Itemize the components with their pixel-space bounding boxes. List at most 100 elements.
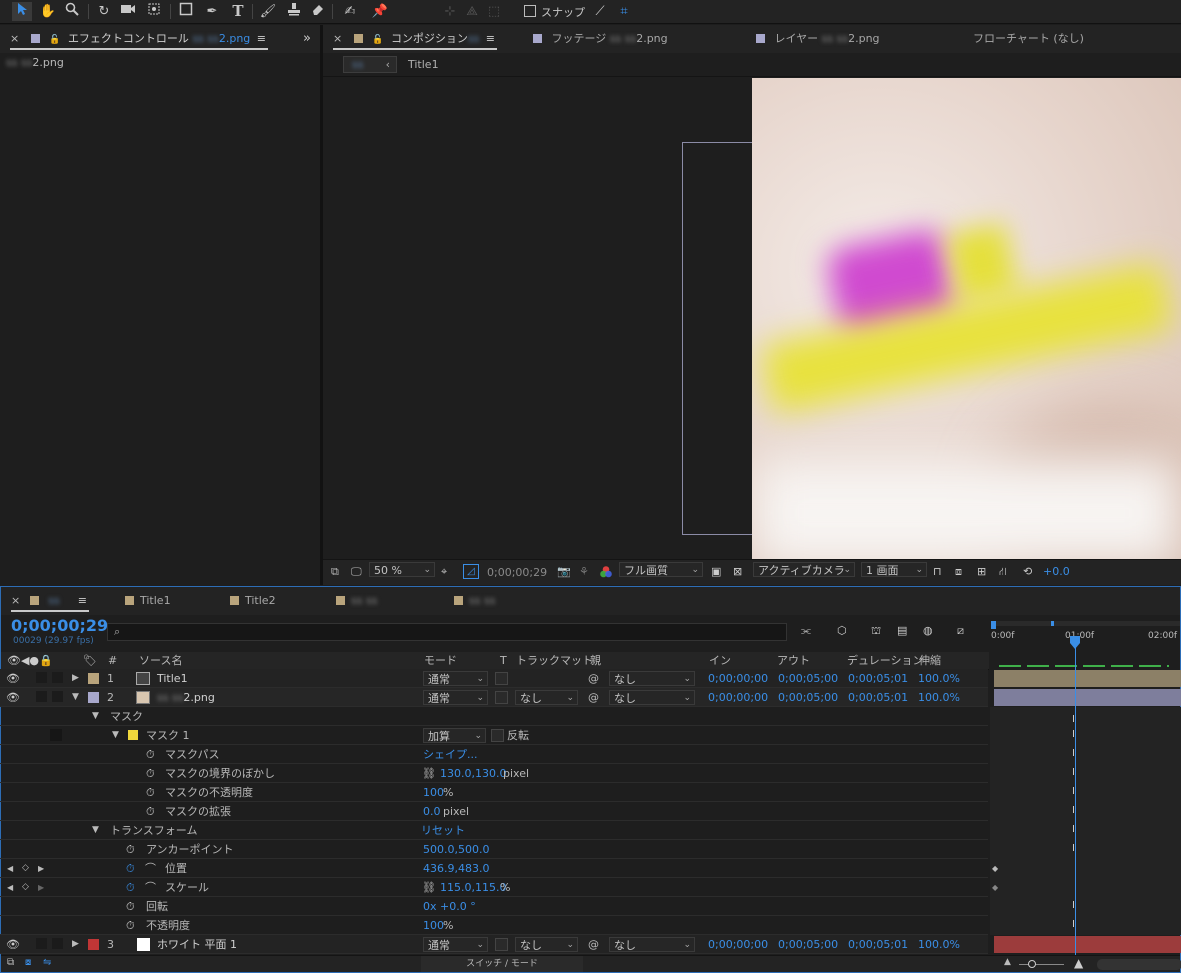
layer-3-duration-bar[interactable]	[994, 936, 1181, 953]
scale-row[interactable]: ◀ ◇ ▶ ⏱ ⌒ スケール ⛓ 115.0,115.0 %	[0, 878, 988, 897]
lock-switch[interactable]	[52, 938, 63, 949]
tab-footage[interactable]: フッテージ ss ss2.png	[533, 25, 668, 53]
pan-behind-tool-icon[interactable]	[144, 2, 164, 21]
mask-lock-switch[interactable]	[50, 729, 62, 741]
tab-title2[interactable]: Title2	[230, 587, 276, 615]
eraser-tool-icon[interactable]	[308, 2, 328, 21]
out-point[interactable]: 0;00;05;00	[778, 688, 838, 707]
layer-row-3[interactable]: 👁 ▶ 3 ホワイト 平面 1 通常 ⌄ なし ⌄ @ なし ⌄ 0;00;00;00…	[0, 935, 988, 954]
roto-brush-tool-icon[interactable]: ✍	[340, 2, 360, 21]
resolution-dropdown[interactable]: フル画質 ⌄	[619, 562, 703, 577]
current-time-display[interactable]: 0;00;00;29	[11, 616, 108, 635]
close-icon[interactable]: ×	[11, 594, 20, 607]
opacity-row[interactable]: ⏱ 不透明度 100 %	[0, 916, 988, 935]
duration[interactable]: 0;00;05;01	[848, 688, 908, 707]
layer-row-2[interactable]: 👁 ▼ 2 ss ss2.png 通常 ⌄ なし ⌄ @ なし ⌄ 0;00;00;0…	[0, 688, 988, 707]
snap-option-icon[interactable]: ⟋	[590, 2, 610, 21]
mask-expansion-row[interactable]: ⏱ マスクの拡張 0.0 pixel	[0, 802, 988, 821]
always-preview-icon[interactable]: ⧉	[331, 565, 339, 579]
view-axis-icon[interactable]: ⬚	[484, 2, 504, 21]
transfer-controls-icon[interactable]: ⧇	[25, 957, 31, 968]
tab-layer[interactable]: レイヤー ss ss2.png	[756, 25, 880, 53]
layer-switches-icon[interactable]: ⧉	[7, 957, 14, 968]
stopwatch-icon[interactable]: ⏱	[146, 783, 155, 802]
stopwatch-icon[interactable]: ⏱	[126, 840, 135, 859]
mask-expansion-value[interactable]: 0.0	[423, 802, 441, 821]
motion-blur-icon[interactable]: ◍	[923, 624, 933, 637]
eye-icon[interactable]: 👁	[6, 669, 20, 688]
constrain-proportions-icon[interactable]: ⛓	[422, 764, 436, 783]
snapshot-camera-icon[interactable]: 📷	[557, 565, 571, 578]
mask-group-row[interactable]: ▼ マスク	[0, 707, 988, 726]
parent-dropdown[interactable]: なし ⌄	[609, 671, 695, 686]
parent-dropdown[interactable]: なし ⌄	[609, 690, 695, 705]
close-icon[interactable]: ×	[10, 32, 19, 45]
stopwatch-icon[interactable]: ⏱	[146, 764, 155, 783]
work-area-bar[interactable]	[991, 621, 1180, 626]
next-keyframe-icon[interactable]: ▶	[38, 878, 44, 897]
blend-mode-dropdown[interactable]: 通常 ⌄	[423, 690, 488, 705]
expand-arrow-icon[interactable]: ▶	[72, 669, 79, 688]
selection-tool-icon[interactable]	[12, 2, 32, 21]
mask-path-value[interactable]: シェイプ...	[423, 745, 478, 764]
stretch[interactable]: 100.0%	[918, 688, 960, 707]
zoom-in-mountain-icon[interactable]: ▲	[1074, 956, 1083, 970]
blend-mode-dropdown[interactable]: 通常 ⌄	[423, 671, 488, 686]
solo-switch[interactable]	[36, 672, 47, 683]
transform-reset-link[interactable]: リセット	[421, 821, 465, 840]
layer-label-color[interactable]	[88, 939, 99, 950]
viewer-timecode[interactable]: 0;00;00;29	[487, 564, 557, 581]
exposure-value[interactable]: +0.0	[1043, 565, 1070, 578]
scale-keyframe-marker[interactable]: ◆	[992, 883, 998, 892]
collapse-arrow-icon[interactable]: ▼	[112, 726, 119, 745]
track-matte-dropdown[interactable]: なし ⌄	[515, 690, 578, 705]
color-channel-icon[interactable]	[599, 565, 613, 579]
layer-label-color[interactable]	[88, 692, 99, 703]
tab-composition[interactable]: × 🔓 コンポジションss ≡	[333, 25, 497, 53]
mask1-label[interactable]: マスク 1	[146, 726, 190, 745]
stretch[interactable]: 100.0%	[918, 669, 960, 688]
solo-switch[interactable]	[36, 691, 47, 702]
rotation-row[interactable]: ⏱ 回転 0x +0.0 °	[0, 897, 988, 916]
pen-tool-icon[interactable]: ✒	[202, 2, 222, 21]
breadcrumb-current-comp[interactable]: ss ‹	[343, 56, 397, 73]
mask-feather-row[interactable]: ⏱ マスクの境界のぼかし ⛓ 130.0,130.0 pixel	[0, 764, 988, 783]
prev-keyframe-icon[interactable]: ◀	[7, 878, 13, 897]
toggle-switches-modes-button[interactable]: スイッチ / モード	[421, 956, 583, 972]
pick-whip-icon[interactable]: @	[588, 669, 599, 688]
graph-editor-icon[interactable]: ⧄	[957, 624, 964, 638]
stopwatch-icon[interactable]: ⏱	[146, 745, 155, 764]
layer-name[interactable]: ホワイト 平面 1	[157, 935, 237, 954]
tab-effect-controls[interactable]: × 🔓 エフェクトコントロール ss ss2.png ≡	[10, 25, 268, 53]
comp-flowchart-icon[interactable]: ⫘	[801, 624, 811, 638]
in-point[interactable]: 0;00;00;00	[708, 669, 768, 688]
collapse-arrow-icon[interactable]: ▼	[92, 821, 99, 840]
graph-icon[interactable]: ⌒	[145, 878, 156, 897]
tab-comp-blurred-2[interactable]: ss ss	[454, 587, 495, 615]
stopwatch-active-icon[interactable]: ⏱	[126, 878, 135, 897]
camera-tool-icon[interactable]	[118, 2, 138, 21]
mask-feather-value[interactable]: 130.0,130.0	[440, 764, 506, 783]
flowchart-icon[interactable]: ⛙	[999, 565, 1007, 580]
stopwatch-icon[interactable]: ⏱	[146, 802, 155, 821]
mask-opacity-row[interactable]: ⏱ マスクの不透明度 100 %	[0, 783, 988, 802]
tab-flowchart[interactable]: フローチャート (なし)	[973, 25, 1084, 53]
pixel-aspect-icon[interactable]: ⊓	[933, 565, 942, 578]
layer-name[interactable]: ss ss2.png	[157, 688, 215, 707]
timeline-horizontal-scrollbar[interactable]	[1097, 959, 1181, 970]
rotate-tool-icon[interactable]: ↻	[94, 2, 114, 21]
expand-arrow-icon[interactable]: ▶	[72, 935, 79, 954]
transparency-grid-icon[interactable]: ◿	[463, 564, 479, 579]
zoom-slider-track[interactable]	[1019, 964, 1064, 965]
composition-canvas[interactable]	[323, 78, 1181, 559]
shy-layers-icon[interactable]: ⛫	[871, 624, 881, 639]
position-value[interactable]: 436.9,483.0	[423, 859, 489, 878]
blend-mode-dropdown[interactable]: 通常 ⌄	[423, 937, 488, 952]
draft-3d-icon[interactable]: ⬡	[837, 624, 847, 637]
mask-mode-dropdown[interactable]: 加算 ⌄	[423, 728, 486, 743]
stopwatch-active-icon[interactable]: ⏱	[126, 859, 135, 878]
constrain-proportions-icon[interactable]: ⛓	[422, 878, 436, 897]
reset-exposure-icon[interactable]: ⟲	[1023, 565, 1032, 578]
frame-blending-icon[interactable]: ▤	[897, 624, 907, 637]
preserve-transparency-checkbox[interactable]	[495, 672, 508, 685]
